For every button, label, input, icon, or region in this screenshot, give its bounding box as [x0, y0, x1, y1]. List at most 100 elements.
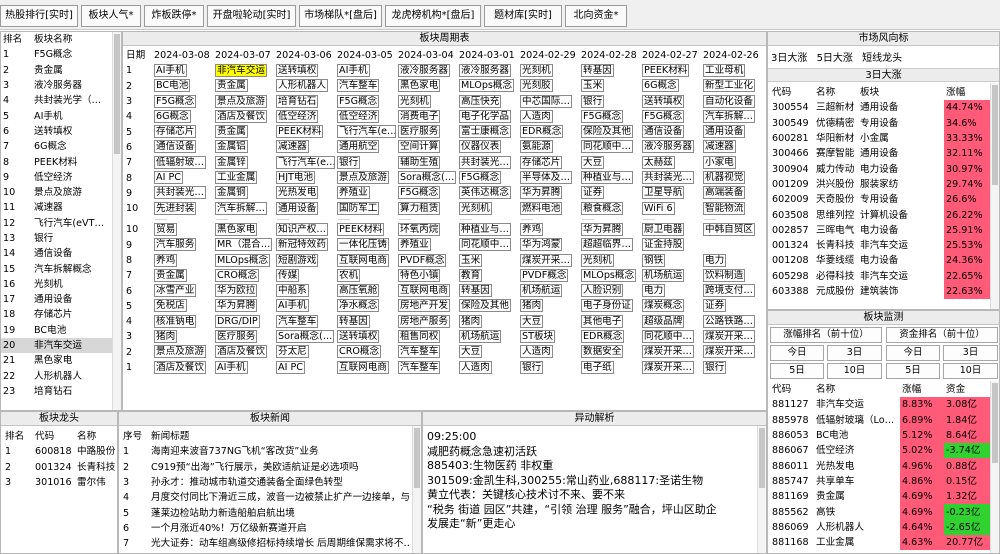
cycle-cell[interactable]: AI PC [153, 170, 214, 185]
sector-tag[interactable]: AI手机 [276, 299, 309, 313]
cycle-cell[interactable]: 证金持股 [641, 238, 702, 253]
cycle-cell[interactable]: 富士康概念 [458, 124, 519, 139]
market-wind-row[interactable]: 602009 天奇股份 专用设备 26.6% [770, 192, 990, 208]
sector-tag[interactable]: ST板块 [520, 329, 556, 343]
cycle-cell[interactable]: 人脸识别 [580, 283, 641, 298]
cycle-cell[interactable]: 消费电子 [397, 109, 458, 124]
cycle-cell[interactable]: 冰雪产业 [153, 283, 214, 298]
tab-short-leader[interactable]: 短线龙头 [862, 53, 902, 64]
sector-rank-row[interactable]: 21 黑色家电 [1, 353, 114, 368]
sector-tag[interactable]: 汽车整车 [276, 314, 319, 328]
sector-tag[interactable]: BC电池 [154, 79, 191, 93]
cycle-cell[interactable]: 银行 [580, 94, 641, 109]
sector-tag[interactable]: PEEK材料 [642, 63, 690, 77]
sector-rank-row[interactable]: 13 银行 [1, 231, 114, 246]
cycle-cell[interactable]: 减速器 [275, 140, 336, 155]
cycle-cell[interactable]: AI手机 [214, 360, 275, 375]
sector-tag[interactable]: 高压快充 [459, 94, 502, 108]
cycle-cell[interactable]: 同花顺中… [458, 238, 519, 253]
cycle-cell[interactable]: 证券 [702, 299, 765, 314]
sector-tag[interactable]: 太赫兹 [642, 155, 675, 169]
cycle-cell[interactable]: MR（混合… [214, 238, 275, 253]
cycle-cell[interactable]: Sora概念(… [275, 329, 336, 344]
sector-tag[interactable]: 黑色家电 [215, 222, 258, 236]
cycle-cell[interactable]: HJT电池 [275, 170, 336, 185]
sector-tag[interactable]: 其他电子 [581, 314, 624, 328]
cycle-cell[interactable]: 小家电 [702, 155, 765, 170]
cycle-cell[interactable]: 华为昇腾 [519, 186, 580, 201]
sector-tag[interactable]: 工业金属 [215, 171, 258, 185]
cycle-cell[interactable]: DRG/DIP [214, 314, 275, 329]
sector-tag[interactable]: F5G概念 [154, 94, 197, 108]
tab-hot-stocks[interactable]: 热股排行[实时] [0, 5, 78, 27]
scroll-thumb[interactable] [992, 85, 998, 185]
cycle-cell[interactable]: 非汽车交运 [214, 63, 275, 78]
sector-tag[interactable]: 贵金属 [154, 268, 187, 282]
cycle-cell[interactable]: 先进封装 [153, 201, 214, 216]
rank-scrollbar[interactable] [112, 32, 121, 410]
cycle-cell[interactable]: ST板块 [519, 329, 580, 344]
sector-rank-row[interactable]: 8 PEEK材料 [1, 154, 114, 169]
cycle-cell[interactable]: 汽车整车 [397, 345, 458, 360]
sector-tag[interactable]: 房地产服务 [398, 314, 450, 328]
sector-tag[interactable]: 光刻机 [398, 94, 431, 108]
news-row[interactable]: 2 C919预“出海”飞行展示，美欧适航证是必选项吗 [121, 460, 411, 475]
sector-tag[interactable]: 养鸡 [154, 253, 178, 267]
cycle-cell[interactable]: PVDF概念 [519, 268, 580, 283]
tab-sector-popularity[interactable]: 板块人气* [81, 5, 141, 27]
sector-tag[interactable]: MLOps概念 [581, 268, 637, 282]
cycle-cell[interactable]: 汽车拆解… [214, 201, 275, 216]
cycle-cell[interactable]: MLOps概念 [580, 268, 641, 283]
sector-tag[interactable]: 煤炭开采… [703, 345, 755, 359]
sector-tag[interactable]: 房地产开发 [398, 299, 450, 313]
cycle-cell[interactable]: 太赫兹 [641, 155, 702, 170]
cycle-cell[interactable]: F5G概念 [641, 109, 702, 124]
sector-tag[interactable]: 飞行汽车(e… [337, 125, 396, 139]
fund-3day-button[interactable]: 3日 [943, 345, 998, 361]
sector-tag[interactable]: 养鸡 [520, 222, 544, 236]
sector-tag[interactable]: 光刻机 [520, 63, 553, 77]
cycle-cell[interactable]: 汽车整车 [397, 360, 458, 375]
cycle-cell[interactable]: 酒店及餐饮 [214, 345, 275, 360]
fund-rank-button[interactable]: 资金排名（前十位） [886, 327, 998, 343]
sector-tag[interactable]: 华为鸿蒙 [520, 238, 563, 252]
cycle-cell[interactable]: 6G概念 [641, 79, 702, 94]
cycle-cell[interactable]: 电子化学品 [458, 109, 519, 124]
sector-rank-row[interactable]: 1 F5G概念 [1, 47, 114, 62]
cycle-cell[interactable]: 饮料制造 [702, 268, 765, 283]
cycle-cell[interactable]: 通用设备 [275, 201, 336, 216]
sector-tag[interactable]: 租售同权 [398, 329, 441, 343]
sector-tag[interactable]: 钢铁 [642, 253, 666, 267]
news-row[interactable]: 4 月度交付同比下滑近三成，波音一边被禁止扩产一边接单，与… [121, 490, 411, 505]
cycle-cell[interactable]: 景点及旅游 [153, 345, 214, 360]
cycle-cell[interactable]: 低辐射玻… [153, 155, 214, 170]
sector-tag[interactable]: AI PC [276, 360, 305, 374]
sector-tag[interactable]: 粮食概念 [581, 201, 624, 215]
cycle-cell[interactable]: 中船系 [275, 283, 336, 298]
sector-tag[interactable]: 共封装光… [154, 186, 206, 200]
sector-tag[interactable]: 自动化设备 [703, 94, 755, 108]
cycle-cell[interactable]: 互联网电商 [336, 253, 397, 268]
market-wind-row[interactable]: 300904 威力传动 电力设备 30.97% [770, 161, 990, 177]
sector-monitor-row[interactable]: 886053 BC电池 5.12% 8.64亿 [770, 427, 990, 444]
sector-monitor-row[interactable]: 881127 非汽车交运 8.83% 3.08亿 [770, 397, 990, 413]
cycle-cell[interactable]: 环氧丙烷 [397, 222, 458, 237]
sector-tag[interactable]: 机场航运 [642, 268, 685, 282]
cycle-cell[interactable]: 种植业与… [580, 170, 641, 185]
cycle-cell[interactable]: 银行 [519, 360, 580, 375]
cycle-cell[interactable]: 猪肉 [153, 329, 214, 344]
sector-tag[interactable]: 煤炭开采… [520, 253, 572, 267]
cycle-cell[interactable]: 飞行汽车(e… [336, 124, 397, 139]
cycle-cell[interactable]: 煤炭概念 [641, 299, 702, 314]
sector-tag[interactable]: 中韩自贸区 [703, 222, 755, 236]
sector-tag[interactable]: 一体化压铸 [337, 238, 389, 252]
cycle-cell[interactable]: 高压氧舱 [336, 283, 397, 298]
market-wind-row[interactable]: 600281 华阳新材 小金属 33.33% [770, 130, 990, 147]
cycle-cell[interactable]: 华为昇腾 [580, 222, 641, 237]
sector-tag[interactable]: 光刻胶 [520, 79, 553, 93]
sector-tag[interactable]: 种植业与… [459, 222, 511, 236]
cycle-cell[interactable]: 黑色家电 [397, 79, 458, 94]
cycle-cell[interactable]: 送转填权 [275, 63, 336, 78]
sector-rank-row[interactable]: 15 汽车拆解概念 [1, 261, 114, 276]
market-wind-row[interactable]: 300554 三超新材 通用设备 44.74% [770, 100, 990, 116]
